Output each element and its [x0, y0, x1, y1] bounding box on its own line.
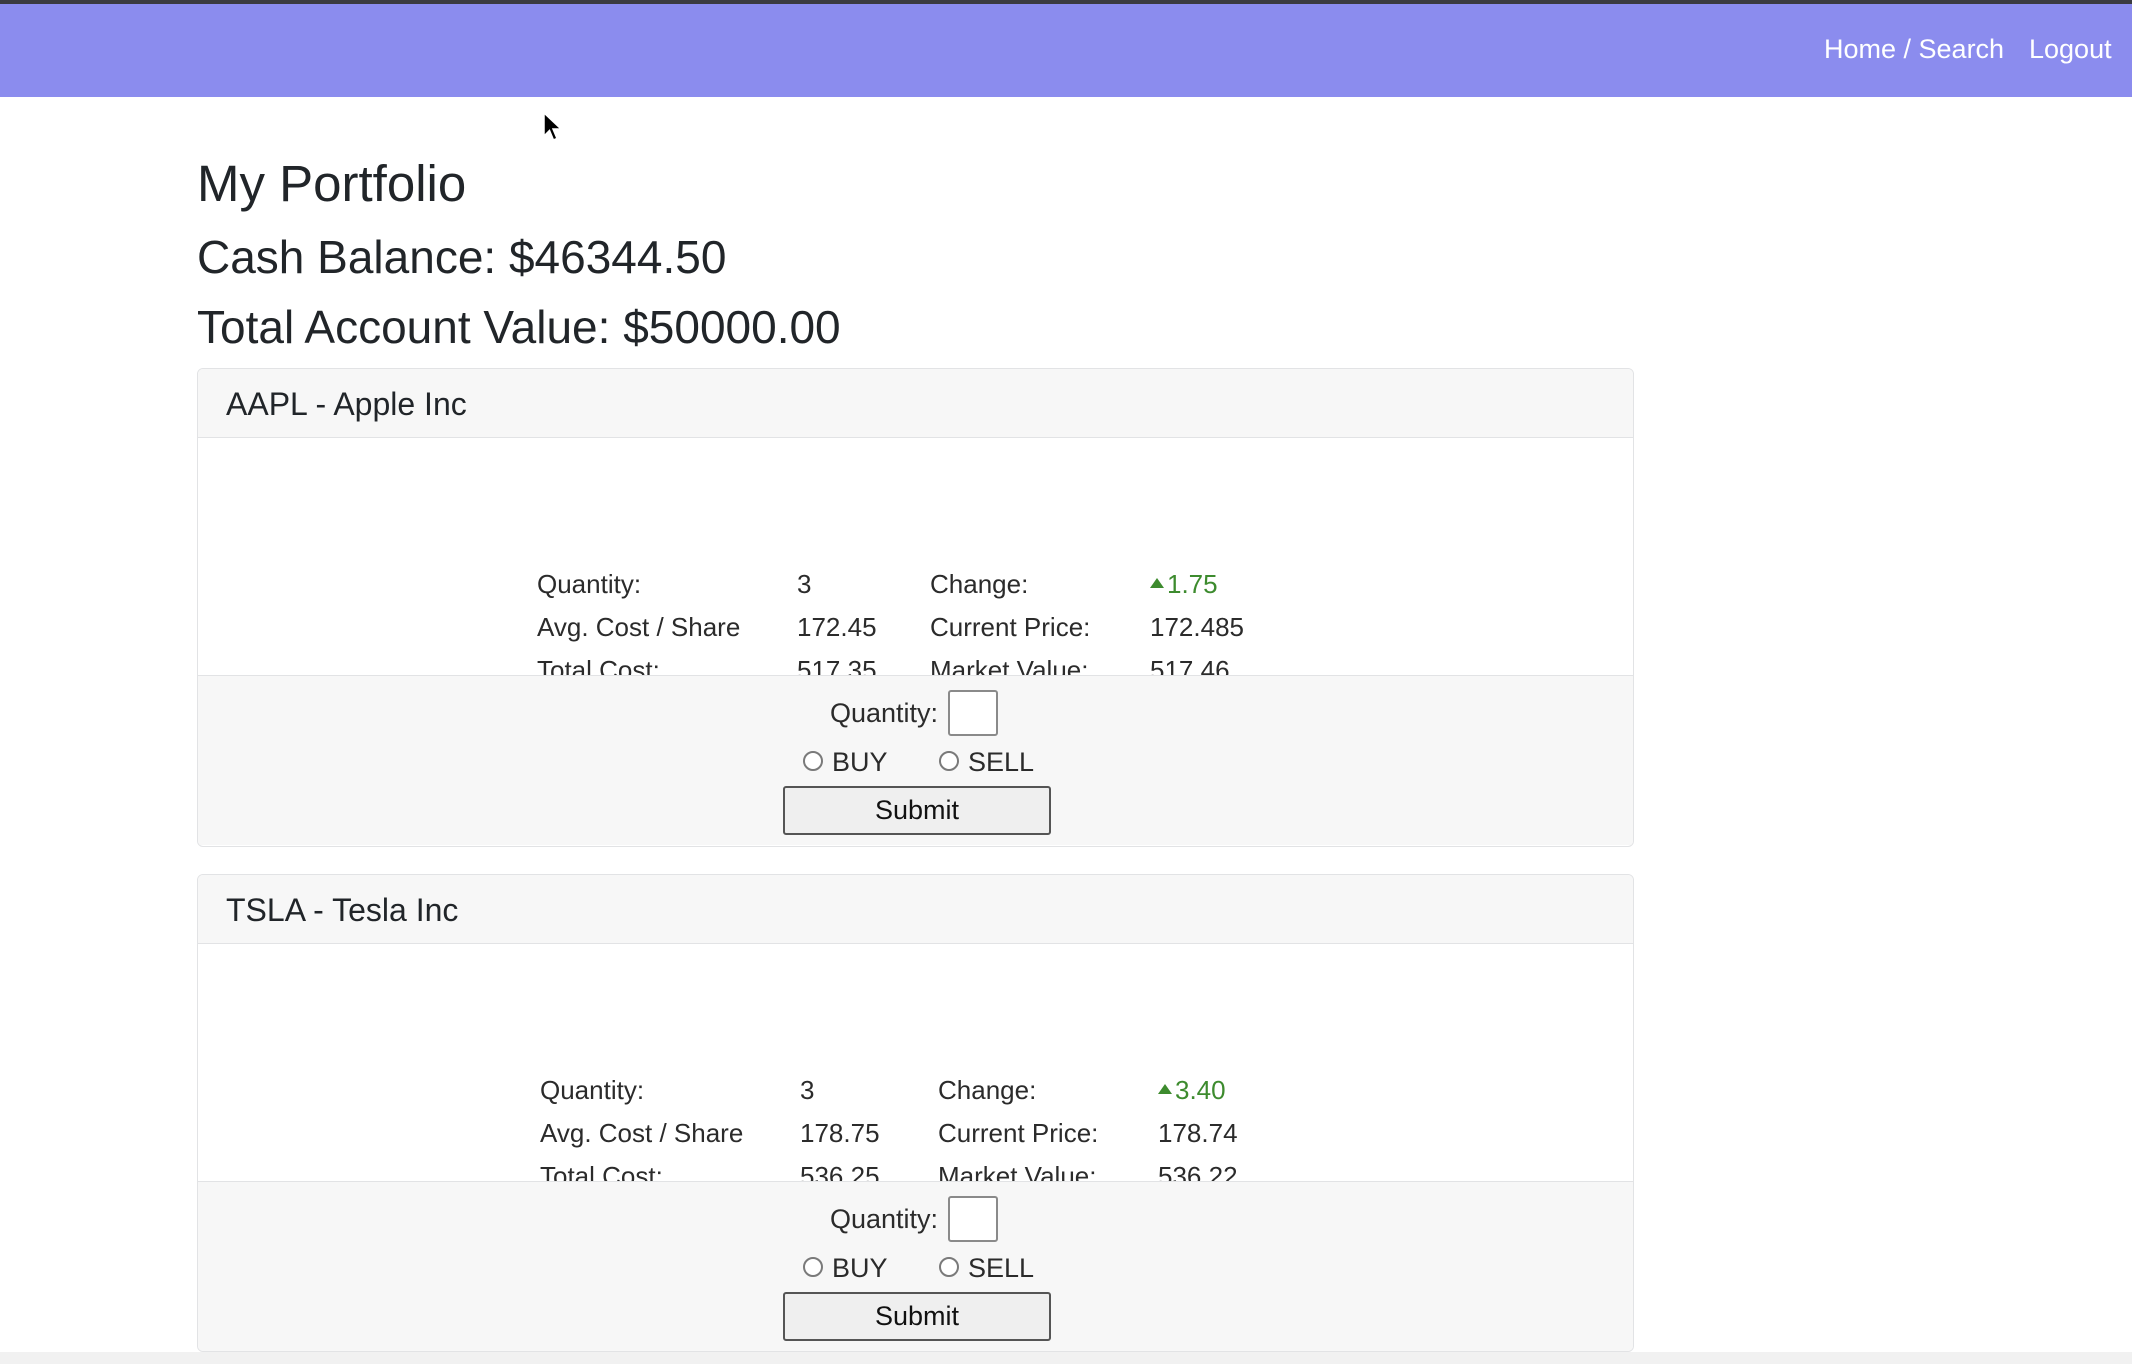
buy-label: BUY: [832, 747, 888, 777]
holding-details: Quantity: Avg. Cost / Share Total Cost: …: [198, 944, 1633, 1191]
buy-radio[interactable]: [803, 1257, 823, 1277]
caret-up-icon: [1150, 578, 1164, 589]
card-header: AAPL - Apple Inc: [198, 369, 1633, 438]
trade-quantity-label: Quantity:: [830, 698, 939, 728]
page-bottom-edge: [0, 1352, 2132, 1364]
cash-balance: Cash Balance: $46344.50: [197, 231, 727, 283]
holding-card-tsla: TSLA - Tesla Inc Quantity: Avg. Cost / S…: [197, 874, 1634, 1352]
holding-title: TSLA - Tesla Inc: [226, 892, 459, 928]
change-cell: 1.75: [1150, 569, 1218, 600]
holding-details: Quantity: Avg. Cost / Share Total Cost: …: [198, 438, 1633, 685]
card-header: TSLA - Tesla Inc: [198, 875, 1633, 944]
submit-button[interactable]: Submit: [783, 786, 1051, 835]
total-account-value: Total Account Value: $50000.00: [197, 301, 841, 353]
submit-button[interactable]: Submit: [783, 1292, 1051, 1341]
trade-form: Quantity: BUY SELL Submit: [198, 1181, 1633, 1351]
nav-logout-link[interactable]: Logout: [2029, 34, 2112, 65]
change-value: 3.40: [1175, 1075, 1226, 1105]
quantity-value: 3: [797, 569, 812, 599]
trade-quantity-label: Quantity:: [830, 1204, 939, 1234]
sell-radio[interactable]: [939, 1257, 959, 1277]
holding-title: AAPL - Apple Inc: [226, 386, 467, 422]
current-price-value: 172.485: [1150, 612, 1244, 642]
change-cell: 3.40: [1158, 1075, 1226, 1106]
trade-quantity-input[interactable]: [948, 690, 998, 736]
page-title: My Portfolio: [197, 155, 467, 212]
sell-label: SELL: [968, 1253, 1035, 1283]
quantity-value: 3: [800, 1075, 815, 1105]
trade-quantity-input[interactable]: [948, 1196, 998, 1242]
nav-home-search-link[interactable]: Home / Search: [1824, 34, 2004, 65]
avg-cost-value: 178.75: [800, 1118, 880, 1148]
buy-radio[interactable]: [803, 751, 823, 771]
sell-label: SELL: [968, 747, 1035, 777]
current-price-label: Current Price:: [930, 612, 1091, 642]
quantity-label: Quantity:: [537, 569, 642, 599]
change-label: Change:: [938, 1075, 1037, 1105]
holding-card-aapl: AAPL - Apple Inc Quantity: Avg. Cost / S…: [197, 368, 1634, 847]
quantity-label: Quantity:: [540, 1075, 645, 1105]
avg-cost-value: 172.45: [797, 612, 877, 642]
mouse-cursor-icon: [543, 112, 563, 141]
buy-label: BUY: [832, 1253, 888, 1283]
sell-radio[interactable]: [939, 751, 959, 771]
caret-up-icon: [1158, 1084, 1172, 1095]
change-value: 1.75: [1167, 569, 1218, 599]
current-price-label: Current Price:: [938, 1118, 1099, 1148]
navbar: Home / Search Logout: [0, 4, 2132, 97]
current-price-value: 178.74: [1158, 1118, 1238, 1148]
avg-cost-label: Avg. Cost / Share: [537, 612, 741, 642]
avg-cost-label: Avg. Cost / Share: [540, 1118, 744, 1148]
trade-form: Quantity: BUY SELL Submit: [198, 675, 1633, 845]
change-label: Change:: [930, 569, 1029, 599]
